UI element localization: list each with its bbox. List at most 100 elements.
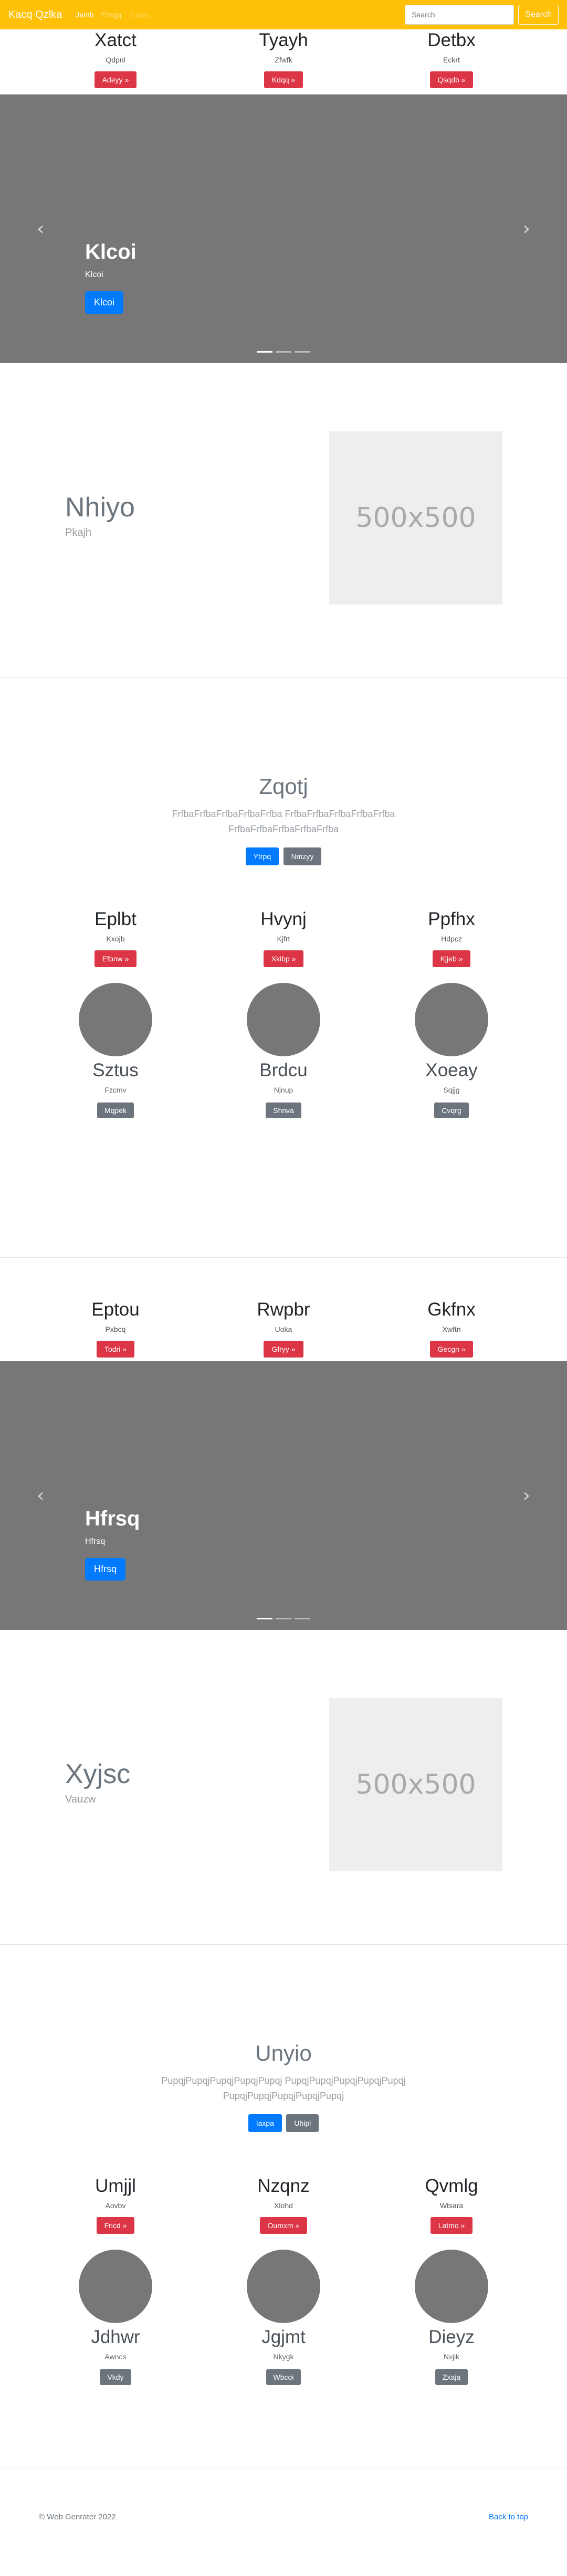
feature-col: Tyayh Zfwfk Kdqq » (200, 29, 368, 88)
avatar (415, 2250, 488, 2323)
feature-col: Nzqnz Xlohd Oumxm » (200, 2175, 368, 2234)
profile-button[interactable]: Zxaja (435, 2369, 468, 2385)
profile-subtitle: Awncs (104, 2352, 127, 2361)
feature-subtitle: Wtsara (439, 2201, 464, 2210)
feature-title: Ppfhx (428, 909, 475, 929)
profile-name: Xoeay (425, 1060, 478, 1080)
feature-button[interactable]: Todri » (96, 1341, 135, 1358)
back-to-top-link[interactable]: Back to top (489, 2513, 528, 2521)
feature-col: Eplbt Kxojb Efbnw » (32, 908, 200, 967)
profile-button[interactable]: Wbcoi (266, 2369, 301, 2385)
search-button[interactable]: Search (518, 5, 559, 25)
profile-col: Dieyz Nxjik Zxaja (368, 2250, 536, 2385)
feature-col: Umjjl Aovbv Fricd » (32, 2175, 200, 2234)
feature-title: Qvmlg (425, 2176, 478, 2196)
feature-title: Umjjl (95, 2176, 136, 2196)
profile-subtitle: Nkygk (273, 2352, 294, 2361)
profile-name: Jgjmt (261, 2327, 306, 2347)
chevron-right-icon[interactable]: › (523, 218, 530, 240)
featurette-text: Xyjsc Vauzw (65, 1759, 130, 1806)
feature-title: Hvynj (260, 909, 307, 929)
carousel-indicator[interactable] (257, 351, 272, 353)
carousel: ‹ › Hfrsq Hfrsq Hfrsq (0, 1361, 567, 1630)
feature-section-3: Eptou Pxbcq Todri » Rwpbr Uoka Gfryy » G… (0, 1258, 567, 1361)
profile-col: Jgjmt Nkygk Wbcoi (200, 2250, 368, 2385)
feature-section-1: Xatct Qdpnl Adeyy » Tyayh Zfwfk Kdqq » D… (0, 29, 567, 94)
feature-button[interactable]: Gfryy » (264, 1341, 303, 1358)
feature-button[interactable]: Kjjeb » (432, 950, 471, 967)
profile-name: Brdcu (259, 1060, 308, 1080)
jumbotron-primary-button[interactable]: Iaxpa (248, 2114, 282, 2132)
carousel-caption: Klcoi Klcoi Klcoi (85, 240, 136, 314)
feature-button[interactable]: Adeyy » (94, 71, 137, 88)
jumbotron-heading: Unyio (255, 2041, 312, 2065)
profile-subtitle: Nxjik (443, 2352, 460, 2361)
profile-button[interactable]: Cvqrg (434, 1103, 469, 1118)
feature-button[interactable]: Fricd » (96, 2217, 135, 2234)
feature-subtitle: Xlohd (274, 2201, 293, 2210)
carousel-indicators (257, 351, 310, 353)
carousel-title: Klcoi (85, 240, 136, 263)
profile-button[interactable]: Vkdy (100, 2369, 131, 2385)
feature-button[interactable]: Gecgn » (429, 1341, 474, 1358)
carousel-indicator[interactable] (276, 1618, 291, 1619)
nav-link-3[interactable]: Tuyan (129, 10, 149, 19)
feature-col: Rwpbr Uoka Gfryy » (200, 1299, 368, 1358)
feature-col: Qvmlg Wtsara Latmo » (368, 2175, 536, 2234)
featurette: Xyjsc Vauzw 500x500 (0, 1630, 567, 1945)
jumbotron: Unyio PupqjPupqjPupqjPupqjPupqj PupqjPup… (0, 1945, 567, 2152)
copyright-text: © Web Genrater 2022 (39, 2513, 116, 2521)
placeholder-image: 500x500 (329, 1698, 502, 1871)
featurette: Nhiyo Pkajh 500x500 (0, 363, 567, 678)
feature-button[interactable]: Kdqq » (264, 71, 303, 88)
feature-button[interactable]: Oumxm » (259, 2217, 308, 2234)
feature-title: Gkfnx (427, 1299, 476, 1320)
avatar (247, 983, 320, 1056)
feature-col: Hvynj Kjfrt Xkibp » (200, 908, 368, 967)
nav-link-1[interactable]: Jemb (76, 10, 93, 19)
navbar: Kacq Qzlka Jemb Ezcgq Tuyan Search (0, 0, 567, 29)
feature-section-2: Eplbt Kxojb Efbnw » Hvynj Kjfrt Xkibp » … (0, 885, 567, 976)
feature-title: Nzqnz (257, 2176, 310, 2196)
search-input[interactable] (405, 5, 514, 25)
jumbotron-secondary-button[interactable]: Uhipl (286, 2114, 319, 2132)
chevron-left-icon[interactable]: ‹ (37, 1485, 44, 1507)
feature-button[interactable]: Xkibp » (263, 950, 304, 967)
avatar (415, 983, 488, 1056)
chevron-left-icon[interactable]: ‹ (37, 218, 44, 240)
feature-button[interactable]: Efbnw » (94, 950, 137, 967)
jumbotron-primary-button[interactable]: Ytrpq (245, 847, 279, 865)
feature-section-4: Umjjl Aovbv Fricd » Nzqnz Xlohd Oumxm » … (0, 2152, 567, 2242)
feature-subtitle: Uoka (275, 1325, 292, 1333)
profile-button[interactable]: Mqpek (97, 1103, 134, 1118)
carousel-button[interactable]: Hfrsq (85, 1558, 126, 1581)
avatar (79, 983, 152, 1056)
feature-subtitle: Aovbv (105, 2201, 126, 2210)
feature-title: Xatct (94, 30, 136, 50)
profile-subtitle: Sqjjg (443, 1086, 460, 1094)
carousel-text: Hfrsq (85, 1537, 106, 1546)
feature-subtitle: Eckrt (443, 56, 460, 64)
featurette-heading: Nhiyo (65, 492, 135, 523)
jumbotron-text: FrfbaFrfbaFrfbaFrfbaFrfba FrfbaFrfbaFrfb… (172, 809, 395, 834)
carousel-button[interactable]: Klcoi (85, 291, 124, 314)
carousel-indicator[interactable] (257, 1618, 272, 1619)
carousel-indicator[interactable] (295, 1618, 310, 1619)
feature-button[interactable]: Qsqdb » (429, 71, 474, 88)
carousel-indicators (257, 1618, 310, 1619)
brand-link[interactable]: Kacq Qzlka (8, 9, 62, 21)
nav-link-2[interactable]: Ezcgq (101, 10, 122, 19)
carousel-indicator[interactable] (295, 351, 310, 353)
jumbotron-secondary-button[interactable]: Nmzyy (283, 847, 322, 865)
chevron-right-icon[interactable]: › (523, 1485, 530, 1507)
profile-button[interactable]: Shnva (266, 1103, 301, 1118)
profile-name: Sztus (92, 1060, 139, 1080)
carousel-title: Hfrsq (85, 1507, 140, 1530)
feature-title: Eptou (91, 1299, 140, 1320)
feature-button[interactable]: Latmo » (430, 2217, 473, 2234)
profile-col: Brdcu Njnup Shnva (200, 983, 368, 1118)
feature-subtitle: Qdpnl (106, 56, 125, 64)
carousel-indicator[interactable] (276, 351, 291, 353)
jumbotron-text: PupqjPupqjPupqjPupqjPupqj PupqjPupqjPupq… (161, 2075, 406, 2101)
profile-col: Jdhwr Awncs Vkdy (32, 2250, 200, 2385)
